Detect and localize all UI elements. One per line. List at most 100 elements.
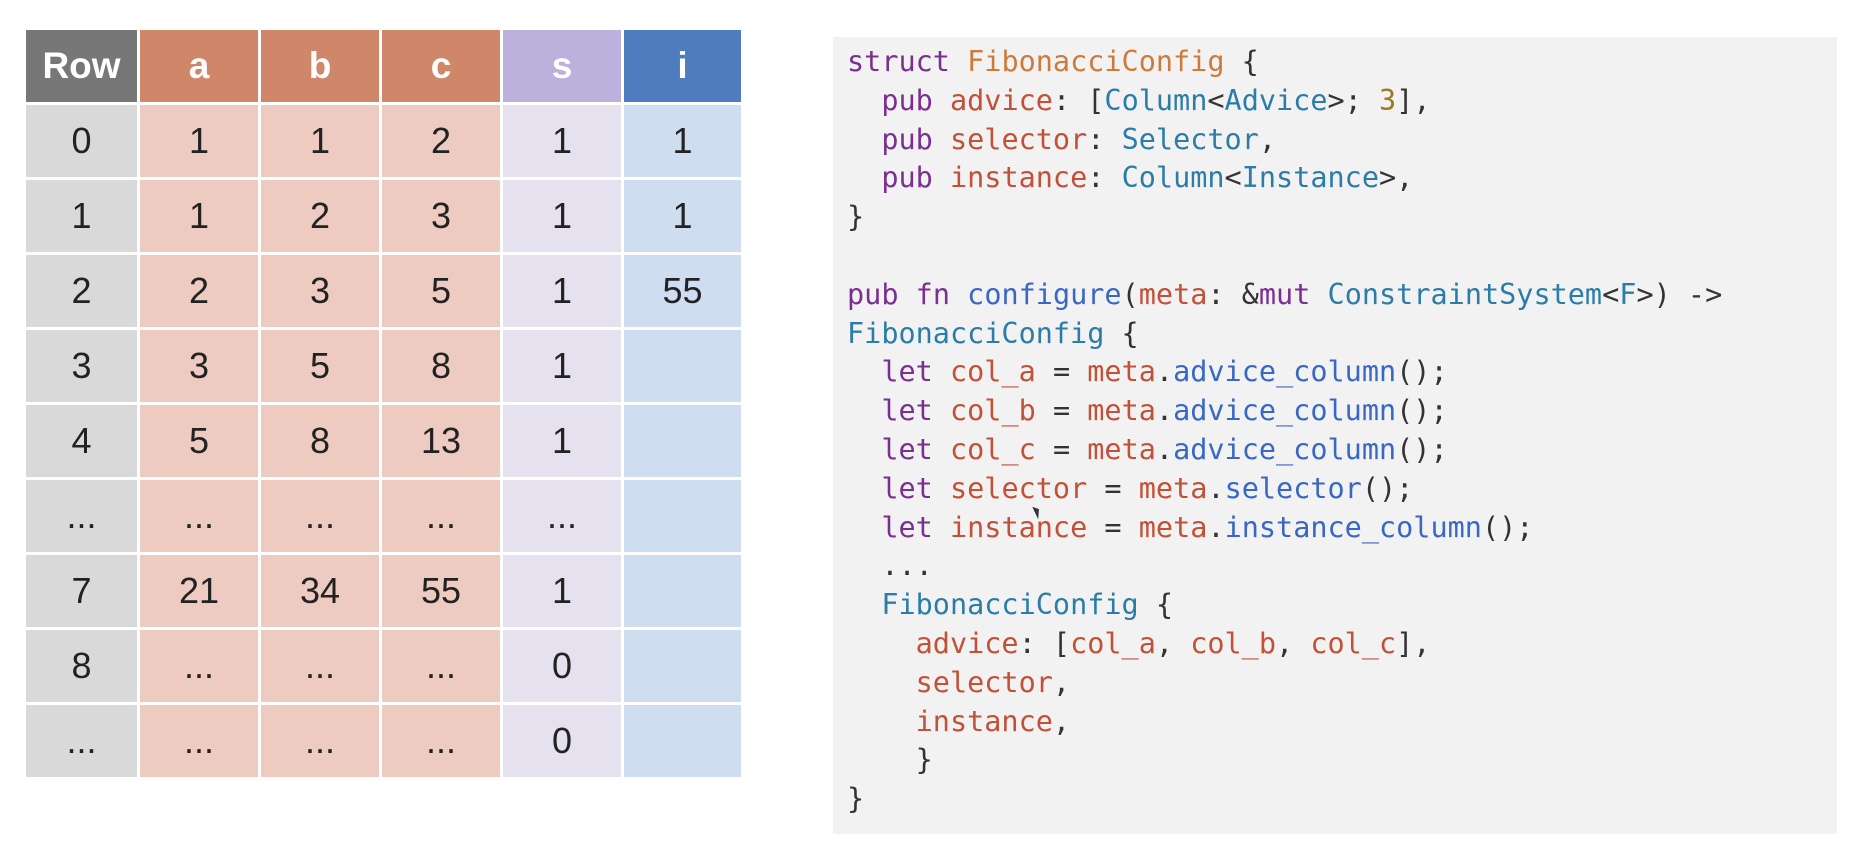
table-cell: 0: [503, 630, 621, 702]
table-cell: 3: [140, 330, 258, 402]
code-token: col_a: [949, 355, 1036, 389]
code-token: pub: [881, 83, 933, 117]
table-cell: 1: [624, 105, 741, 177]
table-cell: [624, 705, 741, 777]
table-cell: 8: [382, 330, 500, 402]
code-token: ],: [1396, 83, 1431, 117]
code-token: }: [847, 200, 865, 234]
code-token: ,: [1155, 626, 1191, 660]
code-token: ,: [1052, 665, 1071, 699]
code-token: ();: [1396, 394, 1448, 428]
code-token: Column: [1121, 161, 1225, 195]
code-token: pub: [881, 122, 933, 156]
code-token: col_b: [1190, 626, 1276, 660]
table-cell: 1: [503, 105, 621, 177]
column-header: s: [503, 30, 621, 102]
code-token: selector: [949, 122, 1088, 156]
code-line: pub selector: Selector,: [847, 121, 1722, 160]
code-line: selector,: [847, 664, 1722, 703]
code-token: pub: [847, 277, 899, 311]
code-token: .: [1207, 471, 1225, 505]
code-token: =: [1035, 432, 1088, 466]
table-cell: 0: [503, 705, 621, 777]
table-cell: 1: [503, 405, 621, 477]
code-token: advice_column: [1173, 394, 1397, 428]
code-token: let: [881, 355, 933, 389]
code-token: (: [1121, 277, 1139, 311]
code-token: =: [1035, 355, 1088, 389]
code-token: =: [1087, 510, 1139, 544]
code-token: selector: [1224, 471, 1362, 505]
code-token: :: [1087, 161, 1122, 195]
column-header: a: [140, 30, 258, 102]
table-cell: 7: [26, 555, 137, 627]
code-token: ,: [1052, 704, 1071, 738]
table-cell: ...: [261, 630, 379, 702]
code-token: ();: [1481, 510, 1534, 544]
table-cell: ...: [26, 480, 137, 552]
code-line: pub advice: [Column<Advice>; 3],: [847, 82, 1722, 121]
table-cell: [624, 405, 741, 477]
code-token: meta: [1087, 432, 1156, 466]
code-token: >,: [1379, 161, 1414, 195]
code-block: struct FibonacciConfig { pub advice: [Co…: [847, 43, 1722, 819]
code-line: }: [847, 780, 1722, 819]
table-cell: 5: [261, 330, 379, 402]
code-token: ();: [1396, 355, 1448, 389]
code-token: selector: [915, 665, 1053, 699]
table-row: 8......... 0: [26, 630, 741, 702]
code-token: col_c: [1310, 626, 1397, 660]
code-token: =: [1035, 394, 1088, 428]
table-row: 2 2 3 5 1 55: [26, 255, 741, 327]
fibonacci-table: Row a b c s i 0 1 1 2 1 1 1 1 2 3 1 1 2 2 3 5 1 55 3 3 5 8 1 4 5 8 13 1.…: [23, 27, 744, 780]
code-token: let: [881, 394, 933, 428]
table-cell: 34: [261, 555, 379, 627]
code-token: ();: [1361, 471, 1414, 505]
code-token: : &: [1207, 277, 1259, 311]
code-token: <: [1207, 83, 1225, 117]
table-body: 0 1 1 2 1 1 1 1 2 3 1 1 2 2 3 5 1 55 3 3 5 8 1 4 5 8 13 1..........…: [26, 105, 741, 777]
code-token: advice: [915, 626, 1019, 660]
code-token: advice: [949, 83, 1053, 117]
code-token: Instance: [1241, 161, 1379, 195]
table-cell: 1: [503, 330, 621, 402]
table-row: 33581: [26, 330, 741, 402]
code-token: >) ->: [1636, 277, 1723, 311]
code-token: meta: [1087, 355, 1156, 389]
column-header: b: [261, 30, 379, 102]
table-row: 7 21 34 55 1: [26, 555, 741, 627]
table-cell: ...: [140, 480, 258, 552]
code-token: :: [1087, 122, 1122, 156]
table-cell: 2: [382, 105, 500, 177]
code-line: instance,: [847, 703, 1722, 742]
code-token: {: [1224, 45, 1259, 78]
column-header: c: [382, 30, 500, 102]
code-token: FibonacciConfig: [847, 316, 1105, 350]
table-cell: 3: [26, 330, 137, 402]
table-cell: ...: [382, 705, 500, 777]
code-line: let col_c = meta.advice_column();: [847, 431, 1722, 470]
code-line: ...: [847, 547, 1722, 586]
code-token: instance: [915, 704, 1053, 738]
code-token: meta: [1138, 471, 1208, 505]
table-cell: 3: [382, 180, 500, 252]
code-line: advice: [col_a, col_b, col_c],: [847, 625, 1722, 664]
table-cell: [624, 480, 741, 552]
code-token: advice_column: [1173, 355, 1397, 389]
table-cell: ...: [261, 480, 379, 552]
code-token: meta: [1138, 510, 1208, 544]
code-token: meta: [1087, 394, 1156, 428]
code-token: FibonacciConfig: [881, 588, 1139, 622]
code-token: Column: [1104, 83, 1208, 117]
